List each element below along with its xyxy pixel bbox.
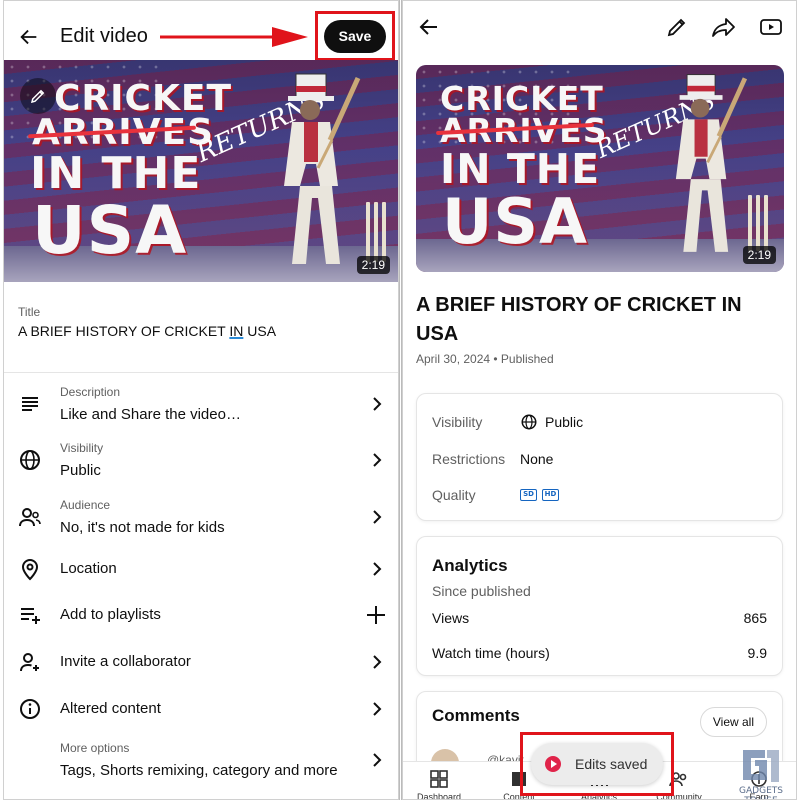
description-label: Description: [60, 385, 121, 399]
invite-collaborator-row[interactable]: Invite a collaborator: [4, 638, 398, 686]
details-card: Visibility Public Restrictions None Qual…: [416, 393, 783, 521]
globe-icon: [521, 414, 537, 430]
more-options-label: More options: [60, 741, 130, 755]
audience-label: Audience: [60, 498, 111, 512]
visibility-value: Public: [60, 462, 101, 479]
analytics-heading: Analytics: [432, 556, 508, 575]
pencil-icon[interactable]: [665, 15, 689, 39]
location-row[interactable]: Location: [4, 546, 398, 592]
watermark-text: GADGETS TO USE: [739, 786, 783, 799]
info-icon: [20, 699, 40, 719]
invite-collaborator-value: Invite a collaborator: [60, 653, 191, 670]
thumbnail-text-line4: USA: [442, 185, 588, 258]
edits-saved-toast: Edits saved: [531, 743, 663, 785]
more-options-value: Tags, Shorts remixing, category and more: [60, 762, 338, 779]
arrow-left-icon[interactable]: [18, 25, 40, 49]
chevron-right-icon: [373, 562, 382, 576]
description-icon: [22, 397, 38, 411]
watermark-logo: [743, 750, 779, 782]
title-text-part: USA: [243, 323, 277, 339]
dashboard-icon: [430, 770, 448, 788]
watch-time-value: 9.9: [747, 645, 767, 661]
audience-row[interactable]: Audience No, it's not made for kids: [4, 488, 398, 546]
visibility-label: Visibility: [432, 414, 483, 430]
cricketer-figure: [284, 73, 361, 264]
altered-content-row[interactable]: Altered content: [4, 686, 398, 732]
audience-value: No, it's not made for kids: [60, 519, 225, 536]
video-duration: 2:19: [356, 256, 390, 274]
more-options-row[interactable]: More options Tags, Shorts remixing, cate…: [4, 734, 398, 794]
video-thumbnail[interactable]: CRICKET ARRIVES RETURNS IN THE USA 2:19: [4, 60, 398, 282]
toast-text: Edits saved: [575, 756, 648, 772]
title-field-label: Title: [18, 305, 41, 319]
visibility-label: Visibility: [60, 441, 104, 455]
restrictions-label: Restrictions: [432, 451, 506, 467]
thumbnail-text-line4: USA: [32, 192, 188, 269]
add-to-playlists-row[interactable]: Add to playlists: [4, 592, 398, 638]
view-all-button[interactable]: View all: [699, 707, 767, 737]
audience-icon: [19, 508, 41, 527]
youtube-studio-icon: [545, 756, 561, 772]
video-thumbnail[interactable]: CRICKET ARRIVES RETURNS IN THE USA 2:19: [416, 65, 784, 272]
analytics-subheading: Since published: [432, 583, 531, 599]
share-icon[interactable]: [711, 15, 737, 39]
title-field[interactable]: Title A BRIEF HISTORY OF CRICKET IN USA: [4, 283, 398, 373]
site-watermark: GADGETS TO USE: [733, 746, 789, 799]
cricketer-figure: [675, 74, 748, 252]
analytics-card[interactable]: Analytics Since published Views 865 Watc…: [416, 536, 783, 676]
edit-video-header: Edit video Save: [4, 1, 398, 61]
video-duration: 2:19: [742, 246, 776, 264]
person-add-icon: [20, 653, 39, 672]
location-value: Location: [60, 560, 117, 577]
views-label: Views: [432, 610, 470, 626]
page-title: Edit video: [60, 25, 148, 47]
publish-date-status: April 30, 2024 • Published: [416, 352, 554, 366]
nav-label: Dashboard: [416, 792, 462, 800]
title-spellcheck-word: IN: [229, 323, 244, 339]
visibility-value: Public: [545, 414, 584, 430]
toast-highlight-box: Edits saved: [520, 732, 674, 796]
chevron-right-icon: [373, 397, 382, 411]
edit-thumbnail-button[interactable]: [20, 78, 56, 114]
edit-video-screen: Edit video Save CRICKET ARRIVES RETURNS …: [3, 0, 399, 800]
video-details-screen: CRICKET ARRIVES RETURNS IN THE USA 2:19 …: [402, 0, 797, 800]
chevron-right-icon: [373, 655, 382, 669]
chevron-right-icon: [373, 510, 382, 524]
title-text-part: A BRIEF HISTORY OF CRICKET: [18, 323, 230, 339]
quality-label: Quality: [432, 487, 476, 503]
globe-icon: [20, 450, 40, 470]
add-to-playlists-value: Add to playlists: [60, 606, 161, 623]
arrow-left-icon[interactable]: [417, 15, 441, 39]
description-value: Like and Share the video…: [60, 406, 241, 423]
youtube-icon[interactable]: [759, 16, 783, 38]
nav-dashboard[interactable]: Dashboard: [409, 762, 469, 800]
chevron-right-icon: [373, 453, 382, 467]
annotation-arrow: [160, 27, 308, 47]
sd-badge: SD: [520, 489, 537, 501]
chevron-right-icon: [373, 702, 382, 716]
save-highlight-box: Save: [315, 11, 395, 61]
altered-content-value: Altered content: [60, 700, 161, 717]
visibility-row[interactable]: Visibility Public: [4, 432, 398, 488]
hd-badge: HD: [542, 489, 559, 501]
comments-heading: Comments: [432, 706, 520, 725]
chevron-right-icon: [373, 753, 382, 767]
save-button[interactable]: Save: [324, 20, 386, 53]
plus-icon[interactable]: [366, 605, 386, 625]
pencil-icon: [30, 89, 45, 104]
restrictions-value: None: [520, 451, 554, 467]
video-title: A BRIEF HISTORY OF CRICKET IN USA: [416, 294, 742, 345]
playlist-add-icon: [21, 608, 40, 624]
views-value: 865: [743, 610, 767, 626]
watch-time-label: Watch time (hours): [432, 645, 550, 661]
description-row[interactable]: Description Like and Share the video…: [4, 376, 398, 432]
title-field-value[interactable]: A BRIEF HISTORY OF CRICKET IN USA: [18, 323, 276, 339]
location-pin-icon: [21, 559, 39, 581]
